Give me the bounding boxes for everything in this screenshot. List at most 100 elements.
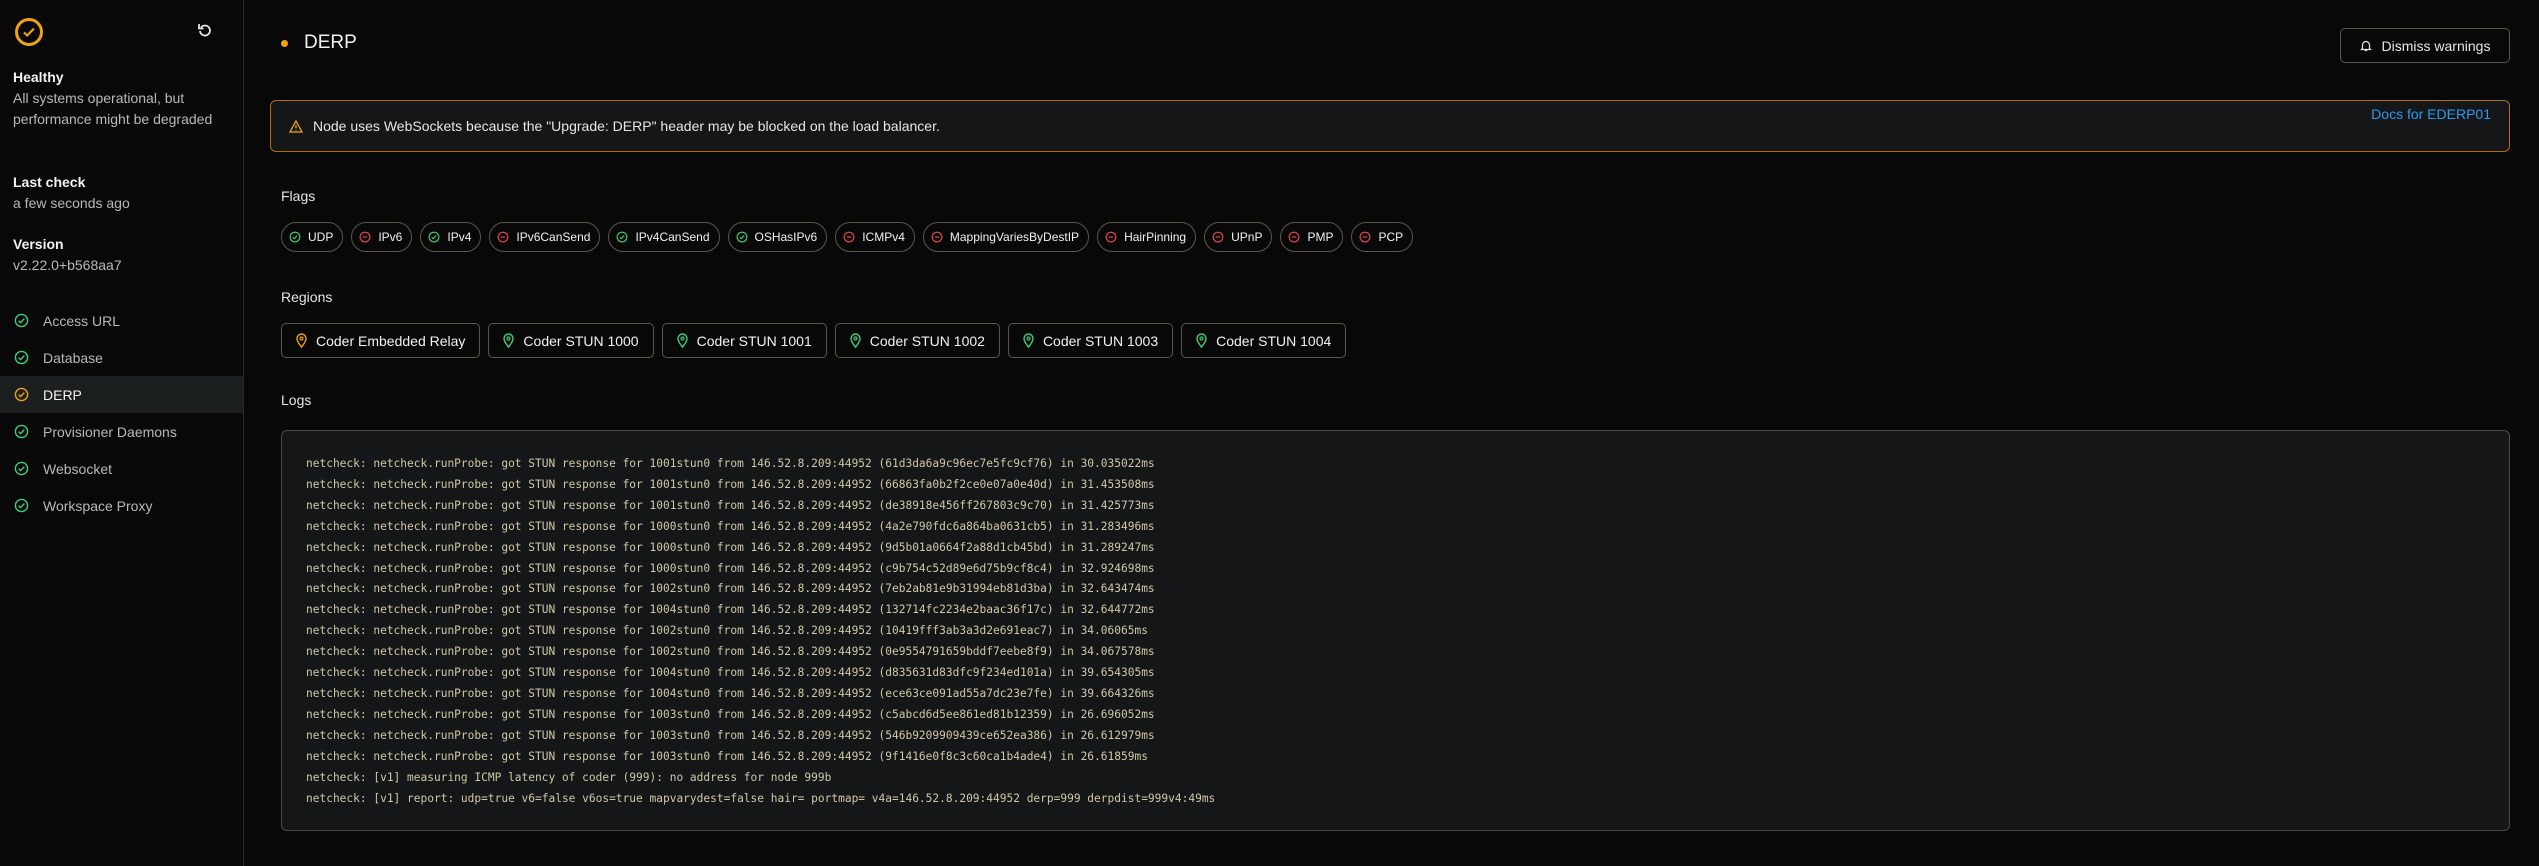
log-line: netcheck: netcheck.runProbe: got STUN re… (306, 457, 1155, 470)
log-line: netcheck: netcheck.runProbe: got STUN re… (306, 603, 1155, 617)
warning-text: Node uses WebSockets because the "Upgrad… (313, 118, 940, 134)
region-button[interactable]: Coder STUN 1002 (834, 323, 1000, 358)
sidebar-item-label: Websocket (43, 460, 112, 477)
log-line: netcheck: netcheck.runProbe: got STUN re… (306, 582, 1155, 596)
minus-circle-icon (931, 231, 943, 243)
dismiss-warnings-button[interactable]: Dismiss warnings (2340, 28, 2510, 63)
log-line: netcheck: netcheck.runProbe: got STUN re… (306, 477, 1155, 491)
version-label: Version (13, 236, 64, 252)
check-circle-icon (736, 231, 747, 243)
flag-pcp: PCP (1351, 222, 1414, 252)
region-button[interactable]: Coder STUN 1004 (1181, 323, 1347, 358)
flag-ipv6: IPv6 (351, 222, 413, 252)
minus-circle-icon (1105, 231, 1117, 243)
flag-label: IPv6 (378, 230, 403, 244)
region-label: Coder STUN 1000 (523, 332, 639, 349)
minus-circle-icon (1360, 231, 1371, 243)
flag-label: MappingVariesByDestIP (949, 230, 1080, 244)
region-button[interactable]: Coder STUN 1001 (661, 323, 827, 358)
docs-link[interactable]: Docs for EDERP01 (2371, 106, 2491, 122)
flag-label: IPv4 (447, 230, 472, 244)
map-pin-icon (296, 333, 307, 348)
check-circle-icon (617, 231, 628, 243)
check-circle-icon (14, 424, 29, 439)
log-line: netcheck: netcheck.runProbe: got STUN re… (306, 540, 1155, 554)
sidebar-item-label: Workspace Proxy (43, 497, 153, 514)
sidebar-item-label: DERP (43, 386, 82, 403)
sidebar-item-database[interactable]: Database (0, 339, 243, 376)
log-line: netcheck: netcheck.runProbe: got STUN re… (306, 498, 1155, 512)
flag-ipv4cansend: IPv4CanSend (608, 222, 720, 252)
region-label: Coder Embedded Relay (316, 332, 466, 349)
sidebar-item-websocket[interactable]: Websocket (0, 450, 243, 487)
logs-label: Logs (281, 392, 312, 408)
flag-label: IPv6CanSend (516, 230, 591, 244)
dismiss-label: Dismiss warnings (2381, 37, 2491, 54)
log-line: netcheck: netcheck.runProbe: got STUN re… (306, 519, 1155, 533)
sidebar-item-derp[interactable]: DERP (0, 376, 243, 413)
bell-icon (2359, 40, 2372, 52)
status-title: Healthy (13, 69, 64, 85)
region-button[interactable]: Coder STUN 1003 (1007, 323, 1174, 358)
log-line: netcheck: netcheck.runProbe: got STUN re… (306, 645, 1155, 659)
log-line: netcheck: netcheck.runProbe: got STUN re… (306, 749, 1148, 763)
status-dot-icon (281, 39, 288, 47)
page-title: DERP (281, 32, 357, 54)
minus-circle-icon (359, 231, 371, 243)
sidebar-item-provisioner-daemons[interactable]: Provisioner Daemons (0, 413, 243, 450)
log-line: netcheck: netcheck.runProbe: got STUN re… (306, 728, 1155, 742)
flag-ipv6cansend: IPv6CanSend (489, 222, 601, 252)
check-circle-icon (14, 313, 29, 328)
region-label: Coder STUN 1003 (1042, 332, 1159, 349)
healthy-check-icon (15, 18, 43, 46)
check-circle-icon (289, 231, 301, 243)
log-line: netcheck: netcheck.runProbe: got STUN re… (306, 686, 1155, 700)
sidebar-item-workspace-proxy[interactable]: Workspace Proxy (0, 487, 243, 524)
region-button[interactable]: Coder Embedded Relay (281, 323, 481, 358)
log-line: netcheck: netcheck.runProbe: got STUN re… (306, 666, 1155, 680)
page-title-text: DERP (304, 32, 357, 53)
map-pin-icon (850, 333, 861, 348)
flag-pmp: PMP (1280, 222, 1344, 252)
region-button[interactable]: Coder STUN 1000 (488, 323, 654, 358)
flag-udp: UDP (281, 222, 344, 252)
flag-oshasipv6: OSHasIPv6 (727, 222, 828, 252)
flags-label: Flags (281, 188, 316, 204)
region-label: Coder STUN 1002 (869, 332, 985, 349)
flag-label: OSHasIPv6 (754, 230, 818, 244)
regions-list: Coder Embedded Relay Coder STUN 1000 Coder… (281, 323, 1347, 358)
sidebar-item-label: Provisioner Daemons (43, 423, 177, 440)
logs-panel: netcheck: netcheck.runProbe: got STUN re… (281, 430, 2510, 831)
log-line: netcheck: [v1] measuring ICMP latency of… (306, 770, 832, 784)
map-pin-icon (1023, 333, 1034, 348)
version-value: v2.22.0+b568aa7 (13, 257, 122, 273)
check-circle-icon (428, 231, 440, 243)
refresh-icon[interactable] (196, 21, 214, 39)
check-circle-icon (14, 350, 29, 365)
flag-hairpinning: HairPinning (1097, 222, 1197, 252)
log-line: netcheck: [v1] report: udp=true v6=false… (306, 791, 1216, 805)
region-label: Coder STUN 1004 (1216, 332, 1332, 349)
regions-label: Regions (281, 289, 333, 305)
log-line: netcheck: netcheck.runProbe: got STUN re… (306, 707, 1155, 721)
flag-label: UDP (308, 230, 334, 244)
map-pin-icon (1196, 333, 1207, 348)
minus-circle-icon (1289, 231, 1300, 243)
flag-label: IPv4CanSend (635, 230, 710, 244)
flag-ipv4: IPv4 (420, 222, 482, 252)
log-line: netcheck: netcheck.runProbe: got STUN re… (306, 561, 1155, 575)
warning-banner: Node uses WebSockets because the "Upgrad… (270, 100, 2510, 152)
flag-label: HairPinning (1124, 230, 1187, 244)
sidebar-item-access-url[interactable]: Access URL (0, 302, 243, 339)
flag-mappingvariesbydestip: MappingVariesByDestIP (922, 222, 1090, 252)
sidebar-item-label: Database (43, 349, 103, 366)
flag-icmpv4: ICMPv4 (835, 222, 915, 252)
warning-icon (289, 119, 303, 133)
flag-label: PMP (1307, 230, 1334, 244)
flag-label: ICMPv4 (862, 230, 905, 244)
flag-label: UPnP (1231, 230, 1263, 244)
status-text: All systems operational, but performance… (13, 90, 213, 127)
check-circle-icon (14, 498, 29, 513)
map-pin-icon (503, 333, 515, 348)
sidebar-nav: Access URL Database DERP Provisioner Daemon… (0, 302, 243, 524)
